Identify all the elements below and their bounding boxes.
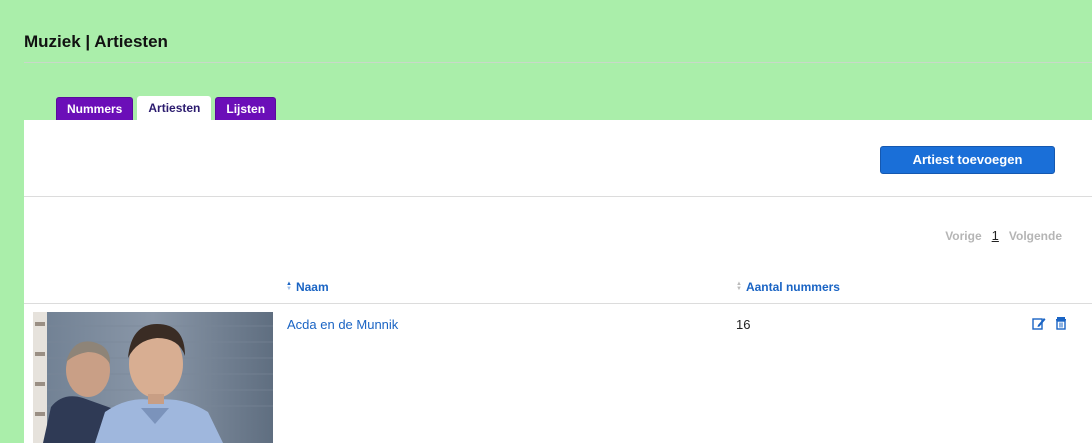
track-count: 16 (736, 317, 751, 332)
table-row: Acda en de Munnik 16 (24, 304, 1092, 443)
trash-icon[interactable] (1054, 316, 1068, 330)
sort-icon: ▲ ▼ (736, 281, 742, 292)
artist-name-link[interactable]: Acda en de Munnik (287, 317, 398, 332)
column-header-count[interactable]: ▲ ▼ Aantal nummers (736, 280, 840, 294)
content-panel: Artiest toevoegen Vorige 1 Volgende ▲ ▼ N… (24, 120, 1092, 443)
column-header-name-label: Naam (295, 280, 329, 294)
tab-nummers[interactable]: Nummers (56, 97, 134, 121)
edit-icon[interactable] (1032, 316, 1046, 330)
add-artist-button[interactable]: Artiest toevoegen (880, 146, 1055, 174)
tab-lijsten[interactable]: Lijsten (215, 97, 277, 121)
column-header-count-label: Aantal nummers (745, 280, 840, 294)
pager-current-page[interactable]: 1 (992, 228, 999, 243)
toolbar: Artiest toevoegen (24, 120, 1092, 197)
row-actions (1032, 316, 1068, 330)
pagination: Vorige 1 Volgende (945, 228, 1062, 243)
sort-asc-icon: ▲ ▼ (286, 281, 292, 292)
tab-artiesten[interactable]: Artiesten (137, 96, 212, 121)
title-divider (24, 62, 1092, 63)
page-title: Muziek | Artiesten (24, 32, 168, 51)
pager-prev[interactable]: Vorige (945, 229, 981, 243)
column-header-name[interactable]: ▲ ▼ Naam (286, 280, 329, 294)
pager-next[interactable]: Volgende (1009, 229, 1062, 243)
artist-photo (33, 312, 273, 443)
tab-bar: Nummers Artiesten Lijsten (56, 96, 277, 121)
